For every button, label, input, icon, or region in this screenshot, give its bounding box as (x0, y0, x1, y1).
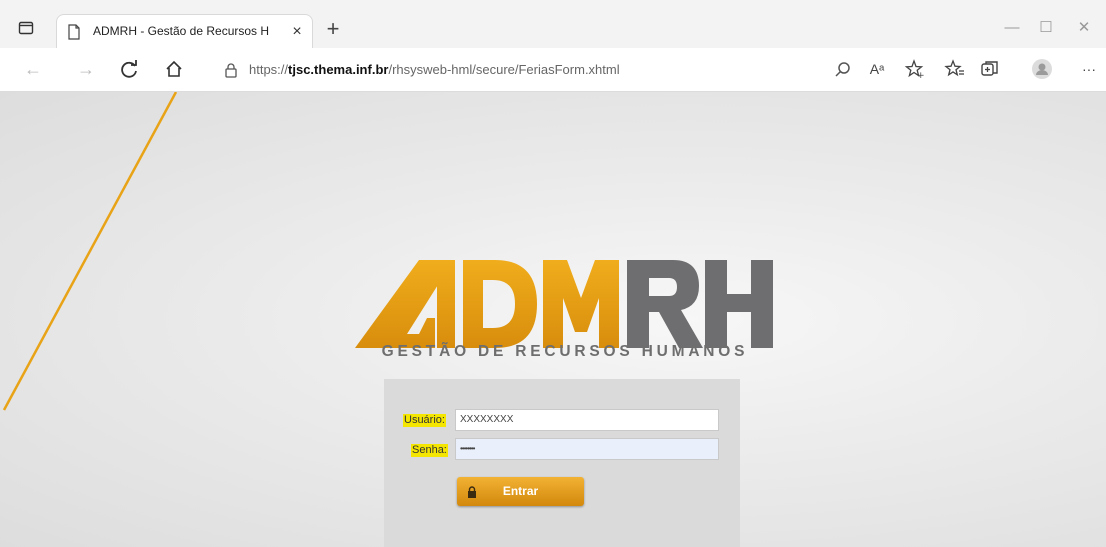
info-icon[interactable] (223, 62, 239, 78)
login-button[interactable]: Entrar (457, 477, 584, 506)
username-input[interactable]: XXXXXXXX (455, 409, 719, 431)
svg-text:+: + (917, 71, 925, 80)
forward-icon[interactable]: → (75, 58, 97, 80)
url-host: tjsc.thema.inf.br (288, 62, 389, 77)
home-icon[interactable] (163, 58, 185, 80)
read-aloud-icon[interactable]: Aᵃ (866, 58, 888, 80)
username-label: Usuário: (403, 414, 446, 427)
collections-icon[interactable] (979, 58, 1001, 80)
window-minimize-icon[interactable]: — (1000, 16, 1024, 40)
browser-tab-strip: ADMRH - Gestão de Recursos H × + — ☐ ✕ (0, 0, 1106, 48)
browser-tab[interactable]: ADMRH - Gestão de Recursos H × (56, 14, 313, 48)
url-path: /rhsysweb-hml/secure/FeriasForm.xhtml (388, 62, 620, 77)
profile-icon[interactable] (1031, 58, 1053, 80)
login-page: GESTÃO DE RECURSOS HUMANOS Usuário: XXXX… (0, 92, 1106, 547)
back-icon[interactable]: ← (22, 58, 44, 80)
window-maximize-icon[interactable]: ☐ (1034, 16, 1058, 40)
tab-actions-icon[interactable] (18, 20, 34, 36)
login-form: Usuário: XXXXXXXX Senha: •••••••• Entrar (384, 379, 740, 547)
password-label: Senha: (411, 444, 448, 457)
address-bar[interactable]: https://tjsc.thema.inf.br/rhsysweb-hml/s… (209, 54, 899, 86)
page-icon (68, 24, 80, 40)
address-url: https://tjsc.thema.inf.br/rhsysweb-hml/s… (249, 62, 620, 77)
password-input[interactable]: •••••••• (455, 438, 719, 460)
tab-title: ADMRH - Gestão de Recursos H (93, 24, 270, 38)
favorites-icon[interactable] (944, 58, 966, 80)
window-close-icon[interactable]: ✕ (1072, 16, 1096, 40)
tab-close-icon[interactable]: × (287, 22, 307, 42)
add-favorite-icon[interactable]: + (903, 58, 925, 80)
more-icon[interactable]: ··· (1078, 58, 1100, 80)
url-prefix: https:// (249, 62, 289, 77)
logo-tagline: GESTÃO DE RECURSOS HUMANOS (381, 343, 749, 360)
refresh-icon[interactable] (118, 58, 140, 80)
login-button-label: Entrar (502, 484, 539, 498)
new-tab-button[interactable]: + (322, 18, 344, 40)
browser-toolbar: ← → https://tjsc.thema.inf.br/rhsysweb-h… (0, 48, 1106, 92)
search-icon[interactable] (832, 58, 854, 80)
